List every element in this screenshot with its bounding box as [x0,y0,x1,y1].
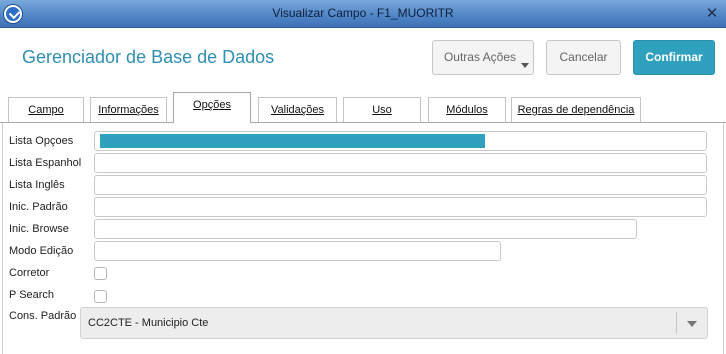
inic-browse-input[interactable] [94,219,637,239]
lista-espanhol-input[interactable] [94,153,707,173]
cancel-button[interactable]: Cancelar [546,40,621,75]
modo-edicao-input[interactable] [94,241,501,261]
lista-ingles-input[interactable] [94,175,707,195]
chevron-down-icon[interactable] [687,321,697,327]
window-title: Visualizar Campo - F1_MUORITR [272,6,454,20]
tab-regras-dependencia[interactable]: Regras de dependência [511,97,641,122]
tab-informacoes[interactable]: Informações [90,97,167,122]
confirm-button[interactable]: Confirmar [633,40,715,75]
select-divider [676,312,677,334]
p-search-checkbox[interactable] [94,290,107,303]
cons-padrao-select[interactable]: CC2CTE - Municipio Cte [80,307,708,339]
header: Gerenciador de Base de Dados Outras Açõe… [0,28,726,92]
corretor-label: Corretor [9,267,50,279]
page-title: Gerenciador de Base de Dados [22,47,275,67]
inic-browse-label: Inic. Browse [9,223,69,235]
tab-uso[interactable]: Uso [343,97,421,122]
cons-padrao-value: CC2CTE - Municipio Cte [88,317,209,329]
lista-ingles-label: Lista Inglês [9,179,65,191]
outras-acoes-button[interactable]: Outras Ações [432,40,534,75]
tab-validacoes[interactable]: Validações [258,97,337,122]
tab-opcoes[interactable]: Opções [173,92,251,123]
close-icon[interactable]: ✕ [704,6,720,22]
cons-padrao-label: Cons. Padrão [9,310,77,322]
modo-edicao-label: Modo Edição [9,245,74,257]
tab-modulos[interactable]: Módulos [428,97,506,122]
inic-padrao-input[interactable] [94,197,707,217]
window-titlebar: Visualizar Campo - F1_MUORITR ✕ [0,0,726,28]
tab-campo[interactable]: Campo [8,97,84,122]
tab-bar: Campo Informações Opções Validações Uso … [0,92,726,123]
lista-espanhol-label: Lista Espanhol [9,157,82,169]
outras-acoes-label: Outras Ações [443,50,517,64]
p-search-label: P Search [9,289,55,301]
selected-text-highlight [100,134,485,148]
lista-opcoes-label: Lista Opçoes [9,135,74,147]
chevron-down-icon [521,63,529,68]
lista-opcoes-input[interactable] [94,131,707,151]
inic-padrao-label: Inic. Padrão [9,201,68,213]
corretor-checkbox[interactable] [94,267,107,280]
